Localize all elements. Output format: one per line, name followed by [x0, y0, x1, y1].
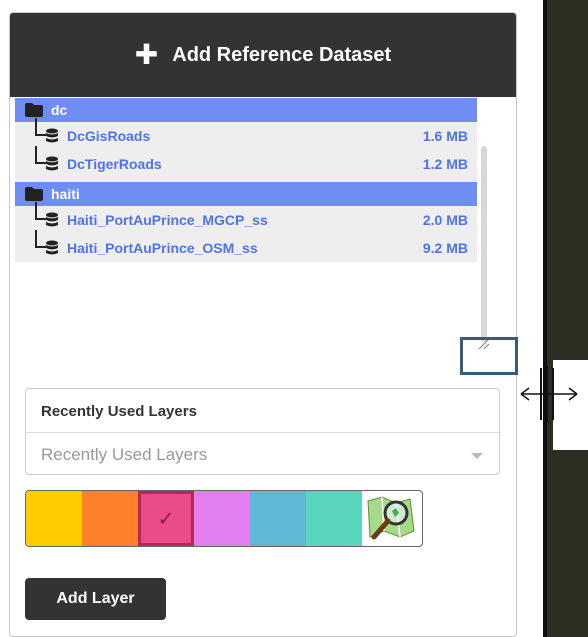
folder-icon [25, 187, 43, 201]
database-icon [46, 156, 58, 171]
color-swatch-teal[interactable] [306, 491, 362, 546]
color-swatch-violet[interactable] [194, 491, 250, 546]
osm-style-swatch[interactable] [362, 491, 420, 546]
layer-size: 1.2 MB [422, 156, 468, 172]
color-swatch-yellow[interactable] [26, 491, 82, 546]
layer-size: 9.2 MB [422, 240, 468, 256]
layer-row[interactable]: Haiti_PortAuPrince_MGCP_ss 2.0 MB [15, 202, 477, 234]
column-resize-cursor-icon [520, 366, 578, 422]
recently-used-layers-select[interactable]: Recently Used Layers [26, 433, 499, 475]
layer-row[interactable]: Haiti_PortAuPrince_OSM_ss 9.2 MB [15, 230, 477, 262]
recently-used-layers-label: Recently Used Layers [41, 403, 197, 420]
layer-name: DcGisRoads [67, 128, 151, 144]
color-swatch-pink[interactable]: ✓ [138, 491, 194, 546]
layer-row[interactable]: DcGisRoads 1.6 MB [15, 118, 477, 150]
map-sidebar-divider [543, 0, 547, 637]
osm-magnifier-icon [367, 496, 415, 540]
color-swatch-blue[interactable] [250, 491, 306, 546]
map-background [543, 0, 588, 637]
database-icon [46, 240, 58, 255]
layer-row[interactable]: DcTigerRoads 1.2 MB [15, 146, 477, 178]
folder-icon [25, 103, 43, 117]
folder-name: dc [51, 102, 68, 118]
layer-size: 2.0 MB [422, 212, 468, 228]
tree-scrollbar[interactable] [481, 146, 487, 342]
add-reference-dataset-header[interactable]: ✚ Add Reference Dataset [10, 13, 516, 97]
database-icon [46, 128, 58, 143]
color-palette: ✓ [25, 490, 423, 547]
database-icon [46, 212, 58, 227]
dataset-tree: dc DcGisRoads 1.6 MB DcTigerRoads 1.2 MB… [15, 98, 477, 262]
layer-name: DcTigerRoads [67, 156, 162, 172]
panel-title: Add Reference Dataset [172, 43, 392, 66]
resize-handle-highlight [460, 337, 518, 375]
folder-row-haiti[interactable]: haiti [15, 182, 477, 206]
recently-used-layers-panel: Recently Used Layers Recently Used Layer… [25, 388, 500, 475]
layer-size: 1.6 MB [422, 128, 468, 144]
plus-icon: ✚ [134, 39, 159, 70]
folder-name: haiti [51, 186, 80, 202]
layer-name: Haiti_PortAuPrince_MGCP_ss [67, 212, 268, 228]
color-swatch-orange[interactable] [82, 491, 138, 546]
select-placeholder: Recently Used Layers [41, 445, 208, 464]
chevron-down-icon[interactable] [471, 453, 483, 459]
add-layer-button[interactable]: Add Layer [25, 578, 166, 620]
layer-name: Haiti_PortAuPrince_OSM_ss [67, 240, 258, 256]
folder-row-dc[interactable]: dc [15, 98, 477, 122]
check-icon: ✓ [157, 508, 175, 530]
